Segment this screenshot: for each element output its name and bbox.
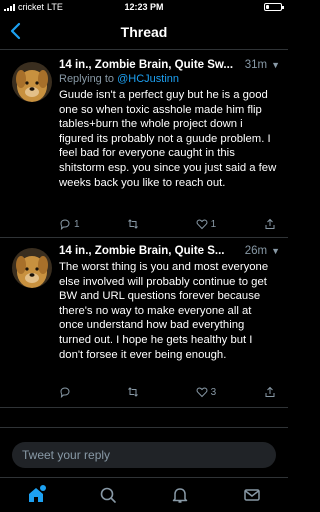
- tweet[interactable]: 14 in., Zombie Brain, Quite Sw... 31m ▼ …: [0, 52, 288, 238]
- heart-icon: [196, 219, 208, 230]
- tweet-actions: 1 1: [59, 218, 278, 230]
- reply-input[interactable]: Tweet your reply: [12, 442, 276, 468]
- chevron-down-icon[interactable]: ▼: [271, 246, 280, 256]
- reply-button[interactable]: [59, 386, 111, 398]
- reply-count: 1: [74, 218, 80, 230]
- tweet-timestamp: 26m: [244, 245, 268, 257]
- replying-prefix: Replying to: [59, 73, 115, 85]
- share-button[interactable]: [264, 218, 278, 230]
- retweet-icon: [128, 219, 139, 229]
- tab-bar: [0, 477, 288, 512]
- avatar[interactable]: [12, 248, 52, 288]
- avatar[interactable]: [12, 62, 52, 102]
- replying-handle-link[interactable]: @HCJustinn: [117, 73, 179, 85]
- retweet-button[interactable]: [127, 386, 179, 398]
- chevron-down-icon[interactable]: ▼: [271, 60, 280, 70]
- tweet-text: Guude isn't a perfect guy but he is a go…: [59, 89, 277, 189]
- retweet-icon: [128, 387, 139, 397]
- like-button[interactable]: 3: [196, 386, 248, 398]
- replying-to: Replying to @HCJustinn: [59, 73, 280, 85]
- reply-button[interactable]: 1: [59, 218, 111, 230]
- reply-icon: [60, 387, 70, 398]
- status-bar: cricket LTE 12:23 PM: [0, 0, 288, 14]
- tweet-author-name[interactable]: 14 in., Zombie Brain, Quite S...: [59, 245, 243, 257]
- tweet-actions: 3: [59, 386, 278, 398]
- tweet-body: 14 in., Zombie Brain, Quite S... 26m ▼ T…: [59, 245, 280, 362]
- retweet-button[interactable]: [127, 218, 179, 230]
- tweet[interactable]: 14 in., Zombie Brain, Quite S... 26m ▼ T…: [0, 238, 288, 408]
- like-count: 3: [210, 386, 217, 398]
- status-time: 12:23 PM: [124, 2, 164, 12]
- share-button[interactable]: [264, 386, 278, 398]
- tweet-header: 14 in., Zombie Brain, Quite S... 26m ▼: [59, 245, 280, 257]
- tab-messages[interactable]: [237, 480, 267, 510]
- share-icon: [265, 386, 275, 397]
- tweet-text: The worst thing is you and most everyone…: [59, 261, 269, 361]
- share-icon: [265, 218, 275, 229]
- messages-icon: [244, 489, 260, 501]
- tweet-body: 14 in., Zombie Brain, Quite Sw... 31m ▼ …: [59, 59, 280, 190]
- battery-icon: [264, 3, 284, 11]
- tweet-author-name[interactable]: 14 in., Zombie Brain, Quite Sw...: [59, 59, 243, 71]
- like-count: 1: [210, 218, 217, 230]
- tab-home[interactable]: [21, 480, 51, 510]
- tab-notifications[interactable]: [165, 480, 195, 510]
- thread-header: Thread: [0, 14, 288, 50]
- like-button[interactable]: 1: [196, 218, 248, 230]
- tab-search[interactable]: [93, 480, 123, 510]
- search-icon: [100, 487, 116, 503]
- notifications-icon: [172, 488, 188, 503]
- tweet-timestamp: 31m: [244, 59, 268, 71]
- reply-icon: [60, 219, 70, 230]
- home-notification-dot: [40, 485, 46, 491]
- tweet-header: 14 in., Zombie Brain, Quite Sw... 31m ▼: [59, 59, 280, 71]
- page-title: Thread: [120, 24, 168, 40]
- heart-icon: [196, 387, 208, 398]
- reply-compose-bar: Tweet your reply: [0, 427, 288, 477]
